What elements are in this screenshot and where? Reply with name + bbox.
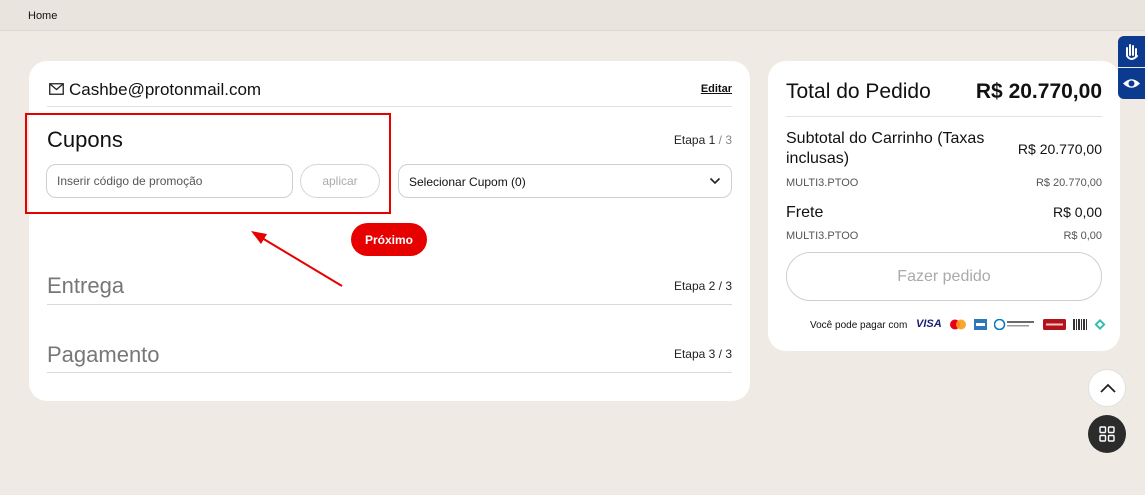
order-summary-card: Total do Pedido R$ 20.770,00 Subtotal do… [768,61,1120,351]
subtotal-item-name: MULTI3.PTOO [786,177,859,189]
subtotal-item-value: R$ 20.770,00 [1035,177,1102,189]
coupons-step-rest: / 3 [718,133,732,147]
coupon-code-input[interactable] [46,164,293,198]
next-button[interactable]: Próximo [351,223,427,256]
apply-coupon-button[interactable]: aplicar [300,164,380,198]
edit-email-link[interactable]: Editar [701,83,732,95]
chevron-up-icon [1100,383,1116,393]
account-email: Cashbe@protonmail.com [69,80,262,99]
diners-club-icon [993,318,1034,330]
sign-language-tab[interactable] [1118,36,1145,67]
delivery-title: Entrega [47,273,125,298]
coupon-select[interactable]: Selecionar Cupom (0) [398,164,732,198]
subtotal-value: R$ 20.770,00 [1017,141,1102,157]
payment-title: Pagamento [47,342,160,367]
shipping-item-name: MULTI3.PTOO [786,230,859,242]
order-total-row: Total do Pedido R$ 20.770,00 [786,79,1102,117]
delivery-divider [47,304,732,305]
order-total-value: R$ 20.770,00 [975,80,1102,103]
mastercard-icon [949,319,966,329]
checkout-steps-card: Cashbe@protonmail.com Editar Cupons Etap… [29,61,750,401]
subtotal-label: Subtotal do Carrinho (Taxas inclusas) [786,130,985,167]
shipping-label: Frete [786,204,824,221]
menu-grid-button[interactable] [1088,415,1126,453]
payment-step-indicator: Etapa 3 / 3 [673,347,732,361]
coupons-step-word: Etapa [673,133,706,147]
visa-icon: VISA [916,318,942,330]
hand-sign-icon [1126,44,1138,60]
pix-icon [1094,318,1106,330]
payment-methods-icons: VISA [916,317,1106,331]
coupons-step-current: 1 [708,133,716,147]
boleto-icon [1072,318,1087,330]
coupons-title: Cupons [47,127,123,152]
chevron-down-icon [709,177,721,185]
delivery-step-indicator: Etapa 2 / 3 [673,279,732,293]
payment-methods-label: Você pode pagar com [810,320,908,331]
account-row: Cashbe@protonmail.com Editar [47,79,732,107]
coupons-step-indicator: Etapa 1 / 3 [674,133,732,147]
mail-icon [49,83,64,95]
order-total-label: Total do Pedido [786,80,931,103]
scroll-to-top-button[interactable] [1088,369,1126,407]
payment-divider [47,372,732,373]
coupon-select-label: Selecionar Cupom (0) [409,175,526,189]
place-order-button[interactable]: Fazer pedido [786,252,1102,301]
grid-icon [1099,426,1115,442]
shipping-value: R$ 0,00 [1052,204,1102,220]
hipercard-icon [1042,318,1066,330]
amex-icon [973,318,987,330]
breadcrumb-home[interactable]: Home [28,10,57,22]
top-bar: Home [0,0,1145,31]
eye-icon [1123,79,1140,88]
shipping-item-value: R$ 0,00 [1063,230,1102,242]
visual-accessibility-tab[interactable] [1118,68,1145,99]
